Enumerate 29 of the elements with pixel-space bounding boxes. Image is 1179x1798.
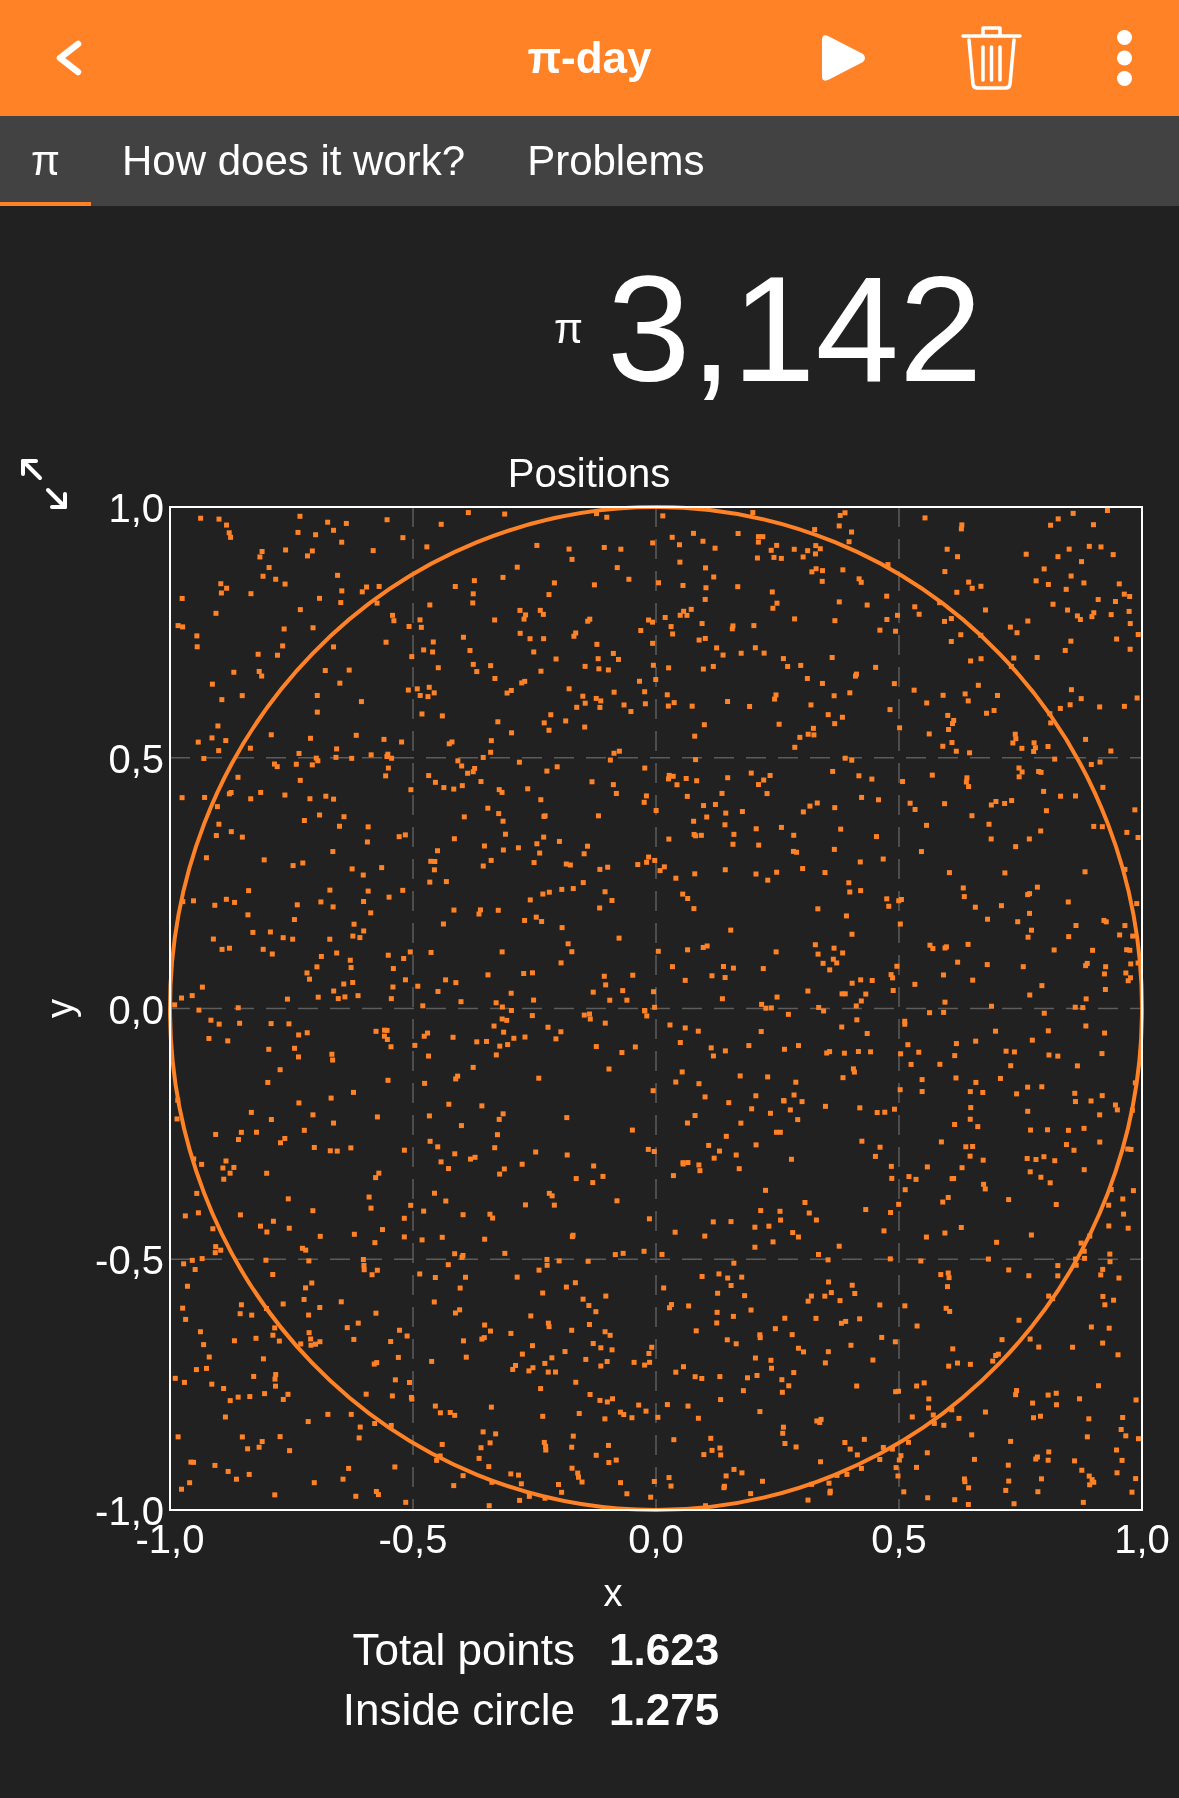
expand-button[interactable] — [20, 458, 68, 510]
more-vertical-icon — [1116, 29, 1133, 87]
axis-tick-label: 0,0 — [108, 987, 164, 1032]
stat-label: Inside circle — [342, 1684, 575, 1736]
expand-icon — [20, 458, 68, 510]
axis-tick-label: 1,0 — [108, 486, 164, 530]
stat-label: Total points — [352, 1624, 575, 1676]
tab[interactable]: How does it work? — [91, 116, 497, 206]
pi-estimate: 3,142 — [607, 254, 983, 404]
play-icon — [819, 33, 867, 83]
stat-value: 1.275 — [609, 1684, 720, 1736]
more-button[interactable] — [1116, 29, 1133, 87]
axis-tick-label: -0,5 — [95, 1238, 164, 1283]
tab[interactable]: Problems — [496, 116, 736, 206]
axis-label: x — [603, 1572, 623, 1614]
axis-tick-label: -0,5 — [378, 1517, 448, 1561]
stat-value: 1.623 — [609, 1624, 720, 1676]
axis-label: y — [39, 999, 81, 1018]
axis-tick-label: 0,5 — [871, 1517, 927, 1561]
axis-tick-label: 0,0 — [628, 1517, 684, 1561]
chart-title: Positions — [507, 451, 671, 495]
axis-tick-label: 1,0 — [1114, 1517, 1170, 1561]
screen-title: π-day — [527, 36, 652, 80]
axis-tick-label: 0,5 — [108, 736, 164, 781]
play-button[interactable] — [819, 33, 867, 83]
pi-symbol: π — [554, 308, 583, 350]
trash-icon — [961, 26, 1022, 90]
tab[interactable]: π — [0, 116, 91, 206]
delete-button[interactable] — [961, 26, 1022, 90]
